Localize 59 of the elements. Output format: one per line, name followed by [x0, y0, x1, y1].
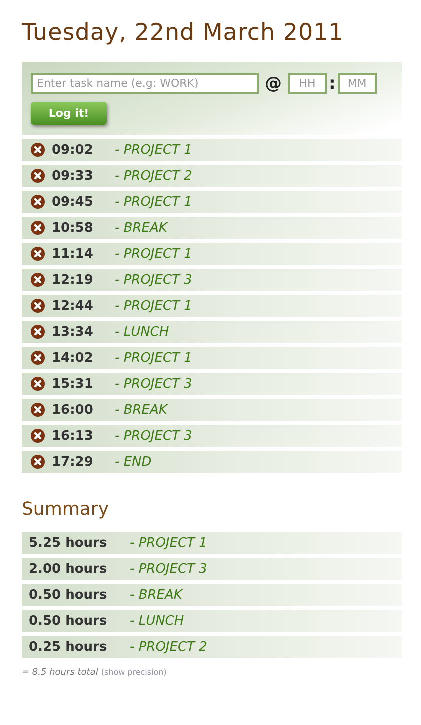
- entry-task: - PROJECT 3: [115, 272, 192, 288]
- log-button[interactable]: Log it!: [31, 102, 107, 125]
- delete-icon[interactable]: [31, 299, 45, 313]
- task-name-field[interactable]: Enter task name (e.g: WORK): [31, 73, 259, 94]
- total-hours: = 8.5 hours total: [22, 668, 98, 678]
- entry-time: 09:02: [52, 142, 94, 158]
- delete-icon[interactable]: [31, 455, 45, 469]
- entry-time: 16:00: [52, 402, 94, 418]
- summary-hours: 0.25 hours: [29, 640, 108, 654]
- delete-icon[interactable]: [31, 143, 45, 157]
- entry-time: 14:02: [52, 350, 94, 366]
- summary-hours: 2.00 hours: [29, 562, 108, 576]
- entry-task: - PROJECT 1: [115, 246, 192, 262]
- entry-task: - PROJECT 2: [115, 168, 192, 184]
- entry-task: - BREAK: [115, 402, 168, 418]
- entry-task: - PROJECT 1: [115, 298, 192, 314]
- entry-task: - PROJECT 3: [115, 428, 192, 444]
- summary-hours: 5.25 hours: [29, 536, 108, 550]
- delete-icon[interactable]: [31, 195, 45, 209]
- summary-task: - PROJECT 2: [130, 640, 208, 654]
- entry-task: - PROJECT 1: [115, 350, 192, 366]
- entry-time: 11:14: [52, 246, 94, 262]
- delete-icon[interactable]: [31, 325, 45, 339]
- delete-icon[interactable]: [31, 247, 45, 261]
- at-sign: @: [265, 74, 282, 94]
- summary-hours: 0.50 hours: [29, 614, 108, 628]
- delete-icon[interactable]: [31, 403, 45, 417]
- entry-time: 12:19: [52, 272, 94, 288]
- summary-task: - PROJECT 3: [130, 562, 208, 576]
- entry-time: 10:58: [52, 220, 94, 236]
- entry-time: 16:13: [52, 428, 94, 444]
- entry-task: - BREAK: [115, 220, 168, 236]
- entry-time: 12:44: [52, 298, 94, 314]
- entry-task: - PROJECT 1: [115, 142, 192, 158]
- summary-heading: Summary: [22, 499, 110, 520]
- summary-task: - LUNCH: [130, 614, 184, 628]
- summary-task: - PROJECT 1: [130, 536, 208, 550]
- entry-task: - LUNCH: [115, 324, 170, 340]
- page-title: Tuesday, 22nd March 2011: [22, 20, 345, 46]
- show-precision-link[interactable]: (show precision): [101, 668, 167, 677]
- entry-time: 09:45: [52, 194, 94, 210]
- entry-time: 09:33: [52, 168, 94, 184]
- entry-time: 17:29: [52, 454, 94, 470]
- summary-task: - BREAK: [130, 588, 182, 602]
- entry-task: - PROJECT 1: [115, 194, 192, 210]
- minutes-field[interactable]: MM: [338, 73, 377, 94]
- time-separator: :: [329, 74, 336, 94]
- delete-icon[interactable]: [31, 273, 45, 287]
- hours-field[interactable]: HH: [288, 73, 327, 94]
- entry-task: - PROJECT 3: [115, 376, 192, 392]
- delete-icon[interactable]: [31, 169, 45, 183]
- delete-icon[interactable]: [31, 377, 45, 391]
- delete-icon[interactable]: [31, 221, 45, 235]
- delete-icon[interactable]: [31, 351, 45, 365]
- delete-icon[interactable]: [31, 429, 45, 443]
- entry-time: 15:31: [52, 376, 94, 392]
- summary-hours: 0.50 hours: [29, 588, 108, 602]
- entry-task: - END: [115, 454, 152, 470]
- entry-time: 13:34: [52, 324, 94, 340]
